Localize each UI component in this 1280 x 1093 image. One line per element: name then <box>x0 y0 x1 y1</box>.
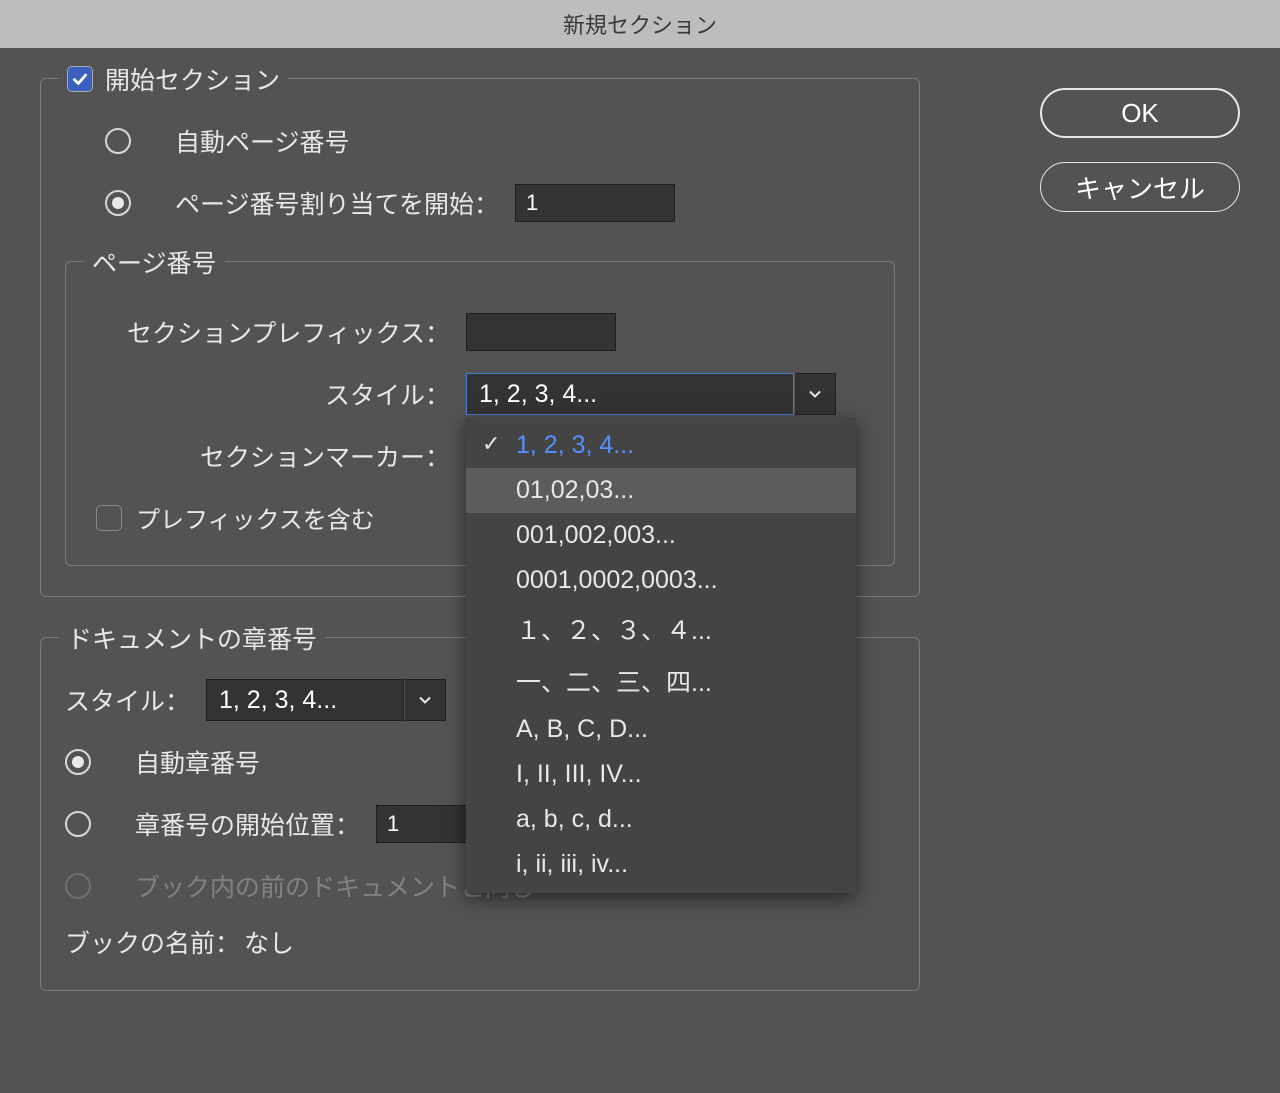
start-section-fieldset: 開始セクション 自動ページ番号 ページ番号割り当てを開始： 1 ページ番号 セク… <box>40 78 920 597</box>
page-number-fieldset: ページ番号 セクションプレフィックス： スタイル： 1, 2, 3, 4... <box>65 261 895 566</box>
dialog-buttons: OK キャンセル <box>1040 88 1240 212</box>
include-prefix-label: プレフィックスを含む <box>136 500 375 535</box>
page-style-option[interactable]: i, ii, iii, iv... <box>466 842 856 887</box>
page-style-option[interactable]: 一、二、三、四... <box>466 655 856 707</box>
page-style-option[interactable]: 0001,0002,0003... <box>466 558 856 603</box>
page-style-option[interactable]: A, B, C, D... <box>466 707 856 752</box>
section-prefix-label: セクションプレフィックス： <box>90 314 450 350</box>
start-page-number-radio[interactable] <box>105 190 131 216</box>
chapter-style-label: スタイル： <box>65 682 190 718</box>
page-style-option[interactable]: I, II, III, IV... <box>466 752 856 797</box>
page-style-dropdown-menu: 1, 2, 3, 4...01,02,03...001,002,003...00… <box>466 417 856 893</box>
start-section-legend[interactable]: 開始セクション <box>59 61 288 97</box>
ok-button[interactable]: OK <box>1040 88 1240 138</box>
start-chapter-label: 章番号の開始位置： <box>135 806 360 842</box>
page-number-legend: ページ番号 <box>84 244 225 280</box>
page-style-option[interactable]: １、２、３、４... <box>466 603 856 655</box>
include-prefix-checkbox[interactable] <box>96 505 122 531</box>
chapter-style-dropdown-value: 1, 2, 3, 4... <box>206 679 404 721</box>
page-style-option[interactable]: 1, 2, 3, 4... <box>466 423 856 468</box>
chapter-style-dropdown[interactable]: 1, 2, 3, 4... <box>206 679 446 721</box>
start-chapter-radio[interactable] <box>65 811 91 837</box>
page-style-option[interactable]: 001,002,003... <box>466 513 856 558</box>
page-style-option[interactable]: a, b, c, d... <box>466 797 856 842</box>
page-style-dropdown-arrow[interactable] <box>794 373 836 415</box>
same-as-prev-radio <box>65 873 91 899</box>
page-style-label: スタイル： <box>90 376 450 412</box>
chevron-down-icon <box>417 692 433 708</box>
cancel-button[interactable]: キャンセル <box>1040 162 1240 212</box>
dialog-titlebar: 新規セクション <box>0 0 1280 48</box>
dialog-title: 新規セクション <box>563 8 717 40</box>
section-prefix-input[interactable] <box>466 313 616 351</box>
auto-page-number-radio[interactable] <box>105 128 131 154</box>
book-name-label: ブックの名前： <box>65 924 240 960</box>
chevron-down-icon <box>807 386 823 402</box>
auto-chapter-label: 自動章番号 <box>135 744 260 780</box>
book-name-value: なし <box>244 924 294 960</box>
page-style-dropdown[interactable]: 1, 2, 3, 4... 1, 2, 3, 4...01,02,03...00… <box>466 373 836 415</box>
section-marker-label: セクションマーカー： <box>90 438 450 474</box>
start-section-label: 開始セクション <box>105 61 280 97</box>
chapter-number-legend: ドキュメントの章番号 <box>59 620 325 656</box>
page-style-option[interactable]: 01,02,03... <box>466 468 856 513</box>
chapter-style-dropdown-arrow[interactable] <box>404 679 446 721</box>
auto-page-number-label: 自動ページ番号 <box>175 123 350 159</box>
start-section-checkbox[interactable] <box>67 66 93 92</box>
check-icon <box>71 70 89 88</box>
start-page-number-input[interactable]: 1 <box>515 184 675 222</box>
auto-chapter-radio[interactable] <box>65 749 91 775</box>
page-style-dropdown-value: 1, 2, 3, 4... <box>466 373 794 415</box>
start-page-number-label: ページ番号割り当てを開始： <box>175 185 499 221</box>
